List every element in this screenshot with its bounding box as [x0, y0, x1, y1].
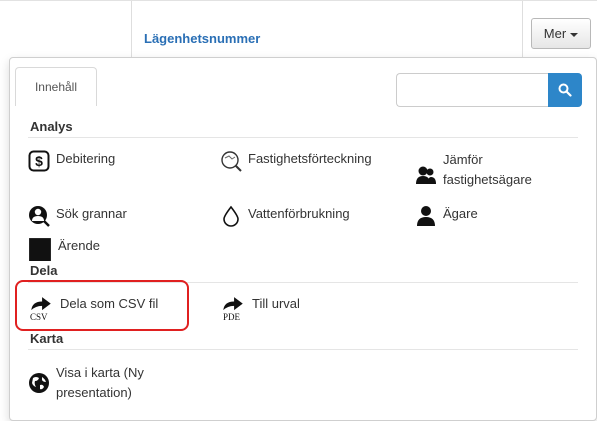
menu-item-sok-grannar[interactable]: Sök grannar: [28, 205, 127, 227]
highlight-annotation: [15, 280, 189, 331]
divider: [28, 137, 578, 138]
menu-item-label: Fastighetsförteckning: [248, 151, 372, 166]
dollar-icon: $: [28, 150, 50, 172]
menu-item-agare[interactable]: Ägare: [415, 205, 478, 227]
menu-item-visa-i-karta[interactable]: Visa i karta (Ny presentation): [28, 363, 144, 403]
map-search-icon: [221, 151, 242, 172]
case-icon: [29, 238, 51, 261]
tab-label: Innehåll: [34, 80, 78, 94]
menu-item-jamfor-fastighetsagare[interactable]: Jämför fastighetsägare: [415, 150, 532, 190]
section-title-karta: Karta: [30, 331, 64, 346]
svg-text:$: $: [35, 153, 43, 169]
menu-item-label: Vattenförbrukning: [248, 206, 350, 221]
search-icon: [558, 83, 572, 97]
table-header: Lägenhetsnummer: [0, 0, 597, 57]
divider: [28, 349, 578, 350]
menu-item-vattenforbrukning[interactable]: Vattenförbrukning: [220, 205, 350, 227]
caret-down-icon: [570, 32, 579, 37]
column-header-lagenhetsnummer[interactable]: Lägenhetsnummer: [144, 31, 260, 46]
menu-item-debitering[interactable]: $ Debitering: [28, 150, 115, 172]
menu-item-label: Ägare: [443, 206, 478, 221]
column-divider: [131, 1, 132, 57]
section-title-dela: Dela: [30, 263, 58, 278]
dropdown-panel: Innehåll Analys $ Debitering Fastighetsf…: [9, 57, 597, 421]
section-title-analys: Analys: [30, 119, 73, 134]
menu-item-fastighetsforteckning[interactable]: Fastighetsförteckning: [220, 150, 372, 172]
menu-item-label-line1: Jämför: [443, 152, 483, 167]
menu-item-arende[interactable]: Ärende: [28, 237, 100, 261]
water-drop-icon: [223, 205, 239, 227]
pde-badge: PDE: [223, 312, 241, 322]
menu-item-label-line2: fastighetsägare: [443, 172, 532, 187]
menu-item-label: Till urval: [252, 296, 300, 311]
globe-icon: [29, 373, 49, 393]
user-icon: [417, 206, 435, 226]
menu-item-label: Debitering: [56, 151, 116, 166]
more-button-label: Mer: [543, 26, 567, 41]
menu-item-label-line1: Visa i karta (Ny: [56, 365, 144, 380]
menu-item-label-line2: presentation): [56, 385, 132, 400]
users-icon: [416, 166, 436, 184]
more-button[interactable]: Mer: [531, 18, 591, 49]
search-input[interactable]: [396, 73, 549, 107]
tab-innehall[interactable]: Innehåll: [15, 67, 97, 106]
menu-item-label: Sök grannar: [56, 206, 127, 221]
user-search-icon: [29, 206, 50, 227]
search-button[interactable]: [548, 73, 582, 107]
column-divider: [522, 1, 523, 57]
menu-item-label: Ärende: [58, 238, 100, 253]
